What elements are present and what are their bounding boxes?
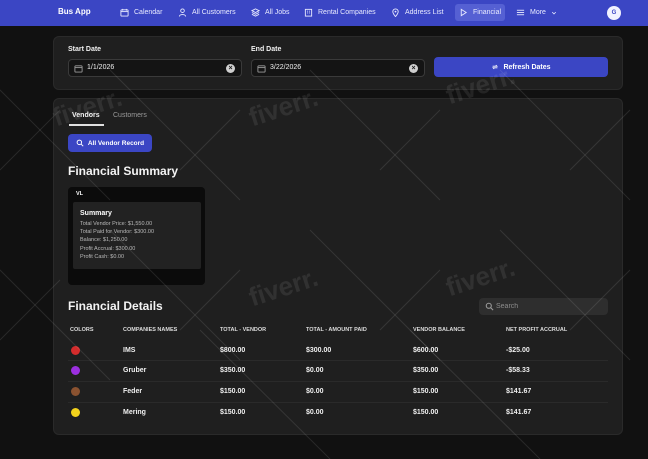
- calendar-icon: [120, 8, 129, 17]
- building-icon: [304, 8, 313, 17]
- summary-profit-cash: Profit Cash: $0.00: [80, 254, 125, 260]
- nav-all-jobs[interactable]: All Jobs: [247, 4, 294, 21]
- row-amount-paid: $0.00: [306, 367, 324, 374]
- row-amount-paid: $0.00: [306, 409, 324, 416]
- start-date-field[interactable]: 1/1/2026 ×: [68, 59, 242, 77]
- app-brand[interactable]: Bus App: [58, 7, 91, 16]
- row-net-profit: $141.67: [506, 409, 532, 416]
- refresh-dates-button[interactable]: Refresh Dates: [434, 57, 608, 77]
- row-vendor-balance: $600.00: [413, 347, 439, 354]
- row-total-vendor: $800.00: [220, 347, 246, 354]
- nav-label-all-customers: All Customers: [192, 9, 236, 16]
- row-company-name: IMS: [123, 347, 136, 354]
- refresh-icon: [492, 64, 499, 70]
- nav-all-customers[interactable]: All Customers: [174, 4, 240, 21]
- row-color-swatch: [71, 366, 80, 375]
- avatar[interactable]: G: [607, 6, 621, 20]
- start-date-label: Start Date: [68, 46, 102, 53]
- summary-profit-accrual: Profit Accrual: $300.00: [80, 246, 136, 252]
- tab-vendors[interactable]: Vendors: [72, 112, 100, 119]
- nav-label-more: More: [530, 9, 546, 16]
- user-icon: [178, 8, 187, 17]
- start-date-value: 1/1/2026: [87, 64, 115, 71]
- active-tab-indicator: [69, 124, 104, 126]
- nav-more[interactable]: More: [512, 4, 561, 21]
- nav-calendar[interactable]: Calendar: [116, 4, 166, 21]
- row-net-profit: -$25.00: [506, 347, 530, 354]
- search-box[interactable]: [479, 298, 608, 315]
- row-net-profit: -$58.33: [506, 367, 530, 374]
- calendar-icon: [257, 65, 266, 73]
- col-colors: COLORS: [70, 327, 94, 333]
- col-net-profit-accrual: NET PROFIT ACCRUAL: [506, 327, 568, 333]
- row-vendor-balance: $350.00: [413, 367, 439, 374]
- row-divider: [68, 402, 608, 403]
- end-date-label: End Date: [251, 46, 282, 53]
- nav-label-address-list: Address List: [405, 9, 444, 16]
- row-color-swatch: [71, 408, 80, 417]
- summary-balance: Balance: $1,250.00: [80, 237, 128, 243]
- row-amount-paid: $300.00: [306, 347, 332, 354]
- col-total-vendor: TOTAL - VENDOR: [220, 327, 267, 333]
- map-pin-icon: [392, 8, 399, 17]
- row-total-vendor: $150.00: [220, 388, 246, 395]
- all-vendor-record-label: All Vendor Record: [87, 139, 145, 147]
- nav-rental-companies[interactable]: Rental Companies: [300, 4, 380, 21]
- nav-address-list[interactable]: Address List: [387, 4, 448, 21]
- calendar-icon: [74, 65, 83, 73]
- nav-financial[interactable]: Financial: [455, 4, 506, 21]
- row-company-name: Mering: [123, 409, 146, 416]
- nav-label-financial: Financial: [473, 9, 502, 16]
- clear-end-date-icon[interactable]: ×: [409, 64, 418, 73]
- col-companies-names: COMPANIES NAMES: [123, 327, 178, 333]
- row-net-profit: $141.67: [506, 388, 532, 395]
- row-company-name: Feder: [123, 388, 143, 395]
- top-nav: Bus App Calendar All Customers All Jobs …: [0, 0, 648, 26]
- row-color-swatch: [71, 387, 80, 396]
- search-input[interactable]: [496, 300, 604, 313]
- row-vendor-balance: $150.00: [413, 409, 439, 416]
- refresh-dates-label: Refresh Dates: [503, 63, 551, 71]
- summary-card-tag: VL: [76, 191, 84, 197]
- financial-details-heading: Financial Details: [68, 299, 163, 313]
- summary-title: Summary: [80, 210, 112, 217]
- nav-label-calendar: Calendar: [134, 9, 163, 16]
- row-total-vendor: $350.00: [220, 367, 246, 374]
- summary-total-vendor-price: Total Vendor Price: $1,550.00: [80, 221, 153, 227]
- end-date-value: 3/22/2026: [270, 64, 302, 71]
- end-date-field[interactable]: 3/22/2026 ×: [251, 59, 425, 77]
- row-divider: [68, 381, 608, 382]
- clear-start-date-icon[interactable]: ×: [226, 64, 235, 73]
- financial-summary-heading: Financial Summary: [68, 164, 179, 178]
- row-color-swatch: [71, 346, 80, 355]
- tab-customers[interactable]: Customers: [113, 112, 147, 119]
- row-divider: [68, 360, 608, 361]
- row-total-vendor: $150.00: [220, 409, 246, 416]
- search-icon: [485, 302, 494, 311]
- menu-icon: [516, 9, 525, 16]
- search-icon: [76, 139, 84, 147]
- col-total-amount-paid: TOTAL - AMOUNT PAID: [306, 327, 367, 333]
- play-icon: [460, 8, 468, 17]
- nav-label-rental-companies: Rental Companies: [318, 9, 376, 16]
- row-amount-paid: $0.00: [306, 388, 324, 395]
- summary-total-paid-vendor: Total Paid for Vendor: $300.00: [80, 229, 154, 235]
- nav-label-all-jobs: All Jobs: [265, 9, 290, 16]
- all-vendor-record-button[interactable]: All Vendor Record: [68, 134, 152, 152]
- row-company-name: Gruber: [123, 367, 147, 374]
- row-vendor-balance: $150.00: [413, 388, 439, 395]
- layers-icon: [251, 8, 260, 17]
- col-vendor-balance: VENDOR BALANCE: [413, 327, 465, 333]
- chevron-down-icon: [551, 11, 557, 14]
